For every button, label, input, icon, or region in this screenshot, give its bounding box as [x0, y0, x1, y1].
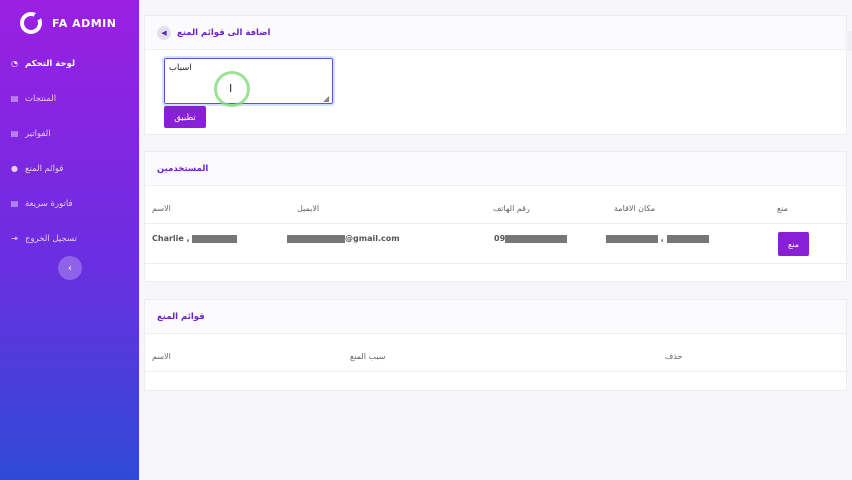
card-header: قوائم المنع: [145, 300, 846, 334]
blocklist-card: قوائم المنع الاسم سبب المنع حذف: [144, 299, 848, 391]
col-email: الايميل: [297, 204, 320, 213]
sidebar-item-label: تسجيل الخروج: [25, 233, 77, 244]
box-icon: ▤: [10, 94, 19, 103]
sidebar-item-products[interactable]: ▤ المنتجات: [0, 81, 139, 116]
col-block: منع: [777, 204, 788, 213]
divider: [145, 263, 848, 264]
receipt-icon: ▤: [10, 199, 19, 208]
text-cursor-icon: I: [229, 82, 233, 95]
sidebar-item-label: قوائم المنع: [25, 163, 64, 174]
users-card: المستخدمين الاسم الايميل رقم الهاتف مكان…: [144, 151, 848, 282]
sidebar-item-label: لوحة التحكم: [25, 58, 76, 69]
invoice-icon: ▤: [10, 129, 19, 138]
apply-button[interactable]: تطبيق: [164, 106, 206, 128]
block-user-button[interactable]: منع: [778, 232, 809, 256]
sidebar-item-label: فاتورة سريعة: [25, 198, 73, 209]
brand: FA ADMIN: [0, 0, 139, 46]
user-icon: ●: [11, 164, 18, 173]
sidebar-item-logout[interactable]: ⇥ تسجيل الخروج: [0, 221, 139, 256]
user-phone: 09: [494, 234, 568, 243]
sidebar: FA ADMIN ◔ لوحة التحكم ▤ المنتجات ▤ الفو…: [0, 0, 139, 480]
sidebar-nav: ◔ لوحة التحكم ▤ المنتجات ▤ الفواتير ● قو…: [0, 46, 139, 256]
back-arrow-icon[interactable]: ◀: [157, 25, 171, 40]
logout-icon: ⇥: [11, 234, 18, 243]
brand-title: FA ADMIN: [52, 16, 117, 30]
col-address: مكان الاقامة: [614, 204, 656, 213]
col-phone: رقم الهاتف: [493, 204, 530, 213]
chevron-left-icon: ‹: [68, 262, 72, 274]
sidebar-item-invoices[interactable]: ▤ الفواتير: [0, 116, 139, 151]
user-address: ,: [606, 234, 709, 243]
collapse-sidebar-button[interactable]: ‹: [58, 256, 82, 280]
sidebar-item-dashboard[interactable]: ◔ لوحة التحكم: [0, 46, 139, 81]
dashboard-icon: ◔: [11, 59, 18, 68]
add-blocklist-card: ◀ اضافة الى قوائم المنع اسباب ◢ I تطبيق: [144, 15, 847, 135]
logo-icon: [20, 12, 42, 34]
sidebar-item-label: المنتجات: [25, 93, 57, 104]
sidebar-item-quick-invoice[interactable]: ▤ فاتورة سريعة: [0, 186, 139, 221]
main-content: wevideo ◀ اضافة الى قوائم المنع اسباب ◢ …: [139, 0, 852, 480]
sidebar-item-label: الفواتير: [25, 128, 51, 139]
col-name: الاسم: [152, 352, 171, 361]
divider: [145, 223, 848, 224]
user-email: @gmail.com: [287, 234, 400, 243]
divider: [145, 371, 848, 372]
card-header: المستخدمين: [145, 152, 846, 186]
user-name: Charlie ,: [152, 234, 238, 243]
card-header: ◀ اضافة الى قوائم المنع: [145, 16, 846, 50]
sidebar-item-blocklists[interactable]: ● قوائم المنع: [0, 151, 139, 186]
card-title: قوائم المنع: [157, 311, 205, 322]
col-delete: حذف: [665, 352, 683, 361]
card-title: المستخدمين: [157, 163, 209, 174]
card-title: اضافة الى قوائم المنع: [177, 27, 271, 38]
col-reason: سبب المنع: [350, 352, 386, 361]
col-name: الاسم: [152, 204, 171, 213]
resize-grip-icon[interactable]: ◢: [323, 94, 329, 103]
